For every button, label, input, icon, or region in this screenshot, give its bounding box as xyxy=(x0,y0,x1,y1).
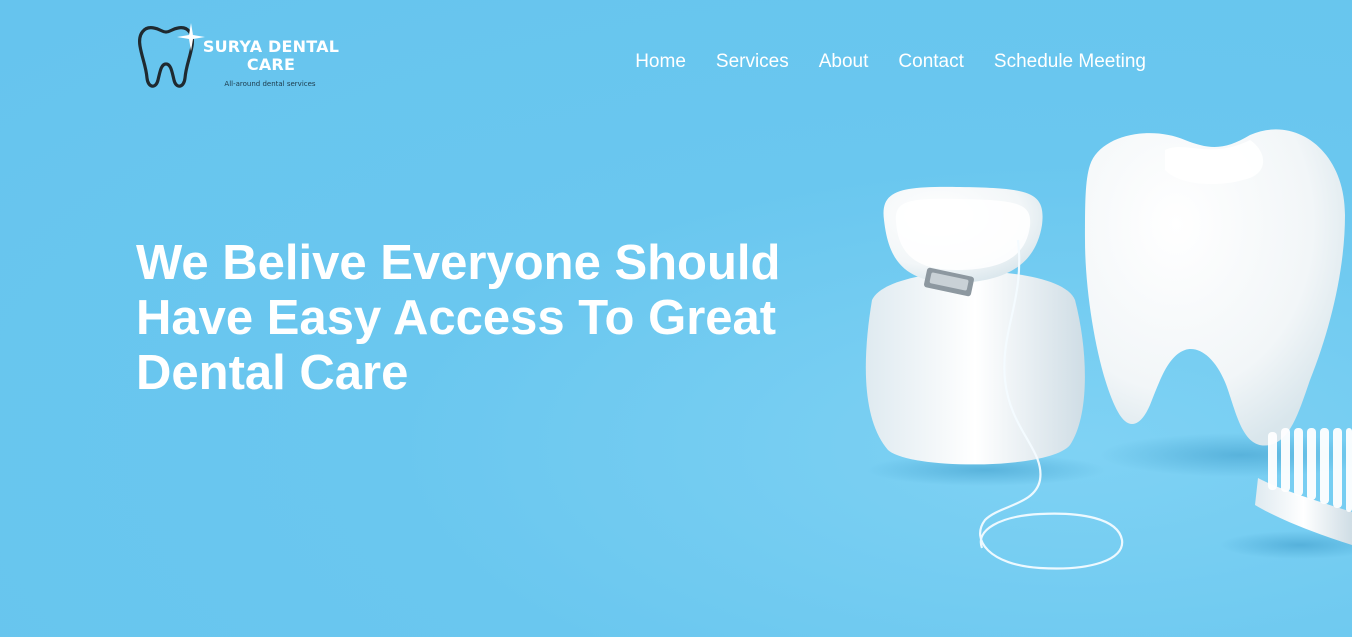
main-nav: Home Services About Contact Schedule Mee… xyxy=(635,50,1146,74)
nav-home[interactable]: Home xyxy=(635,50,686,74)
hero-section: SURYA DENTAL CARE All-around dental serv… xyxy=(0,0,1352,637)
nav-schedule-meeting[interactable]: Schedule Meeting xyxy=(994,50,1146,74)
floss-case-body xyxy=(865,271,1085,465)
brand-name-line1: SURYA DENTAL xyxy=(202,37,340,56)
hero-headline: We Belive Everyone Should Have Easy Acce… xyxy=(136,236,781,400)
nav-about[interactable]: About xyxy=(819,50,869,74)
nav-services[interactable]: Services xyxy=(716,50,789,74)
brand-tagline: All-around dental services xyxy=(224,80,316,88)
brand-name: SURYA DENTAL CARE xyxy=(200,38,342,74)
brand-name-line2: CARE xyxy=(246,55,296,74)
nav-contact[interactable]: Contact xyxy=(898,50,963,74)
